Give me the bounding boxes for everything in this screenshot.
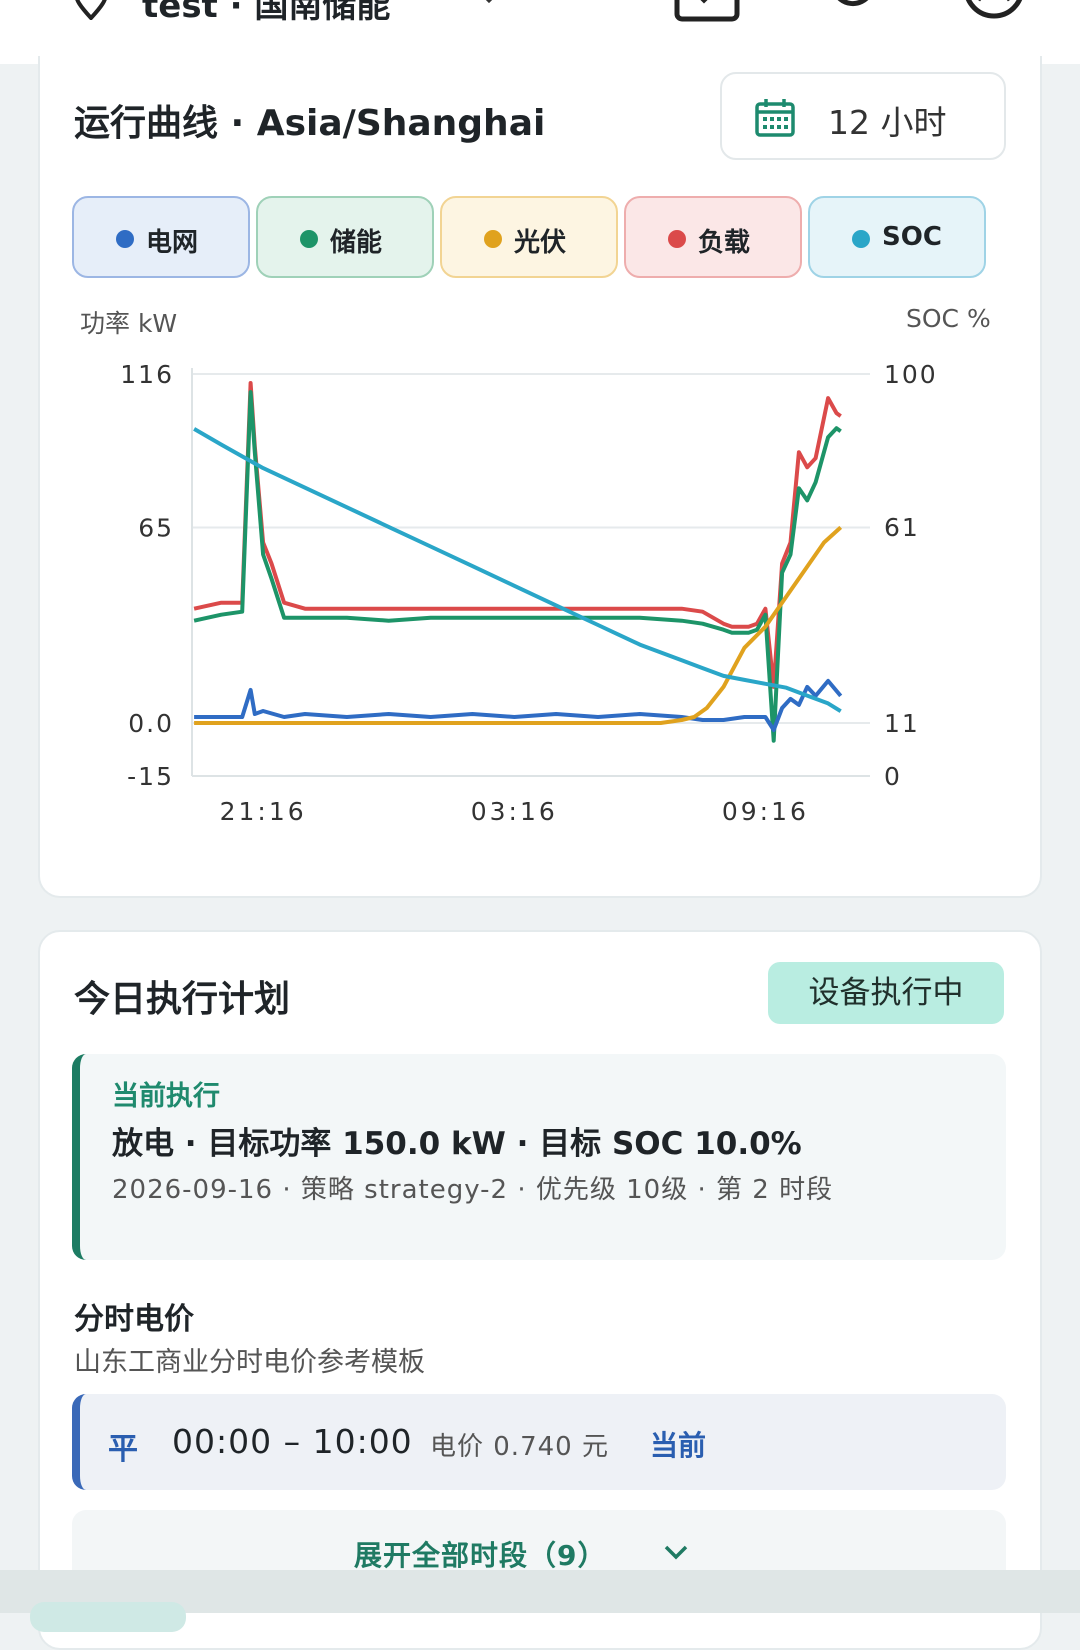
chevron-down-icon[interactable] bbox=[478, 0, 500, 8]
current-execution-box: 当前执行 放电 · 目标功率 150.0 kW · 目标 SOC 10.0% 2… bbox=[72, 1054, 1006, 1260]
runtime-line-chart: 116 65 0.0 -15 100 61 11 0 21:16 03:16 09:16 bbox=[120, 360, 938, 826]
plan-title: 今日执行计划 bbox=[74, 979, 291, 1020]
current-execution-detail: 2026-09-16 · 策略 strategy-2 · 优先级 10级 · 第… bbox=[112, 1175, 834, 1205]
x-tick-label: 09:16 bbox=[722, 797, 809, 826]
series-line-SOC bbox=[193, 427, 842, 713]
tou-period-row[interactable]: 平 00:00 – 10:00 电价 0.740 元 当前 bbox=[72, 1394, 1006, 1490]
y-left-tick-label: 116 bbox=[120, 360, 174, 389]
y-right-tick-label: 0 bbox=[884, 762, 902, 791]
y-right-tick-label: 11 bbox=[884, 709, 920, 738]
expand-periods-label: 展开全部时段（9） bbox=[354, 1539, 607, 1572]
y-right-tick-label: 100 bbox=[884, 360, 938, 389]
series-line-储能 bbox=[193, 390, 842, 743]
current-execution-main: 放电 · 目标功率 150.0 kW · 目标 SOC 10.0% bbox=[112, 1126, 802, 1162]
today-plan-card: 今日执行计划 设备执行中 当前执行 放电 · 目标功率 150.0 kW · 目… bbox=[38, 930, 1042, 1650]
tou-time: 00:00 – 10:00 bbox=[172, 1422, 413, 1461]
location-pin-icon[interactable] bbox=[70, 0, 112, 20]
tou-price: 电价 0.740 元 bbox=[430, 1432, 609, 1462]
tou-current-tag: 当前 bbox=[650, 1429, 707, 1462]
y-right-tick-label: 61 bbox=[884, 513, 920, 542]
app-header: test · 国南储能 bbox=[0, 0, 1080, 64]
tou-title: 分时电价 bbox=[74, 1302, 194, 1337]
chevron-down-icon bbox=[664, 1545, 688, 1560]
status-badge: 设备执行中 bbox=[768, 962, 1004, 1024]
tou-tier: 平 bbox=[108, 1432, 138, 1467]
x-tick-label: 21:16 bbox=[220, 797, 307, 826]
tou-subtitle: 山东工商业分时电价参考模板 bbox=[74, 1347, 425, 1378]
runtime-curve-card: 运行曲线 · Asia/Shanghai 12 小时 电网 储能 光伏 负载 S… bbox=[38, 56, 1042, 898]
refresh-icon[interactable] bbox=[826, 0, 878, 20]
y-left-tick-label: 0.0 bbox=[128, 709, 174, 738]
bottom-nav-active-pill[interactable] bbox=[30, 1602, 186, 1632]
y-left-tick-label: 65 bbox=[138, 513, 174, 542]
series-line-负载 bbox=[193, 381, 842, 689]
y-left-tick-label: -15 bbox=[127, 762, 174, 791]
calendar-check-icon[interactable] bbox=[674, 0, 740, 22]
x-tick-label: 03:16 bbox=[471, 797, 558, 826]
site-title[interactable]: test · 国南储能 bbox=[142, 0, 390, 27]
current-execution-label: 当前执行 bbox=[112, 1081, 220, 1112]
account-icon[interactable] bbox=[962, 0, 1026, 22]
